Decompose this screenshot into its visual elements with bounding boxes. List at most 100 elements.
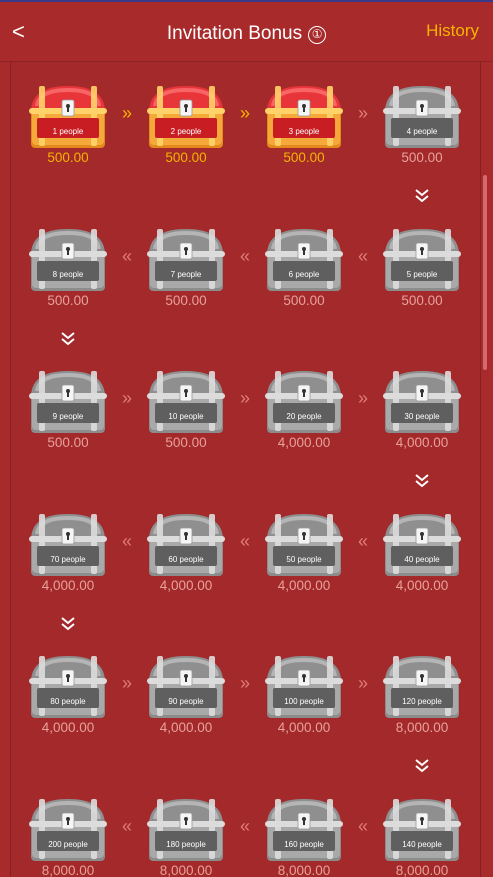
chest-locked-icon <box>147 229 225 291</box>
arrow-left-icon: « <box>239 246 250 266</box>
chest-locked-icon <box>29 656 107 718</box>
chest-amount: 8,000.00 <box>395 863 449 877</box>
arrow-right-icon: » <box>357 673 368 693</box>
chest-people-label: 90 people <box>168 697 204 706</box>
arrow-left-icon: « <box>357 816 368 836</box>
chest-locked-icon <box>383 799 461 861</box>
chest-amount: 8,000.00 <box>277 863 331 877</box>
chest-open-icon <box>29 86 107 148</box>
chest-grid <box>10 62 481 877</box>
chest-people-label: 7 people <box>170 270 202 279</box>
chest-locked-icon <box>265 514 343 576</box>
info-icon[interactable]: ① <box>308 26 327 44</box>
chest-locked-icon <box>147 799 225 861</box>
chest-amount: 500.00 <box>401 150 443 165</box>
chest-people-label: 10 people <box>168 412 204 421</box>
chest-people-label: 100 people <box>284 697 324 706</box>
chevron-double-down-icon <box>61 617 75 631</box>
chest-amount: 500.00 <box>47 293 89 308</box>
arrow-right-icon: » <box>357 103 368 123</box>
chevron-double-down-icon <box>415 189 429 203</box>
chest-people-label: 9 people <box>52 412 84 421</box>
chest-people-label: 40 people <box>404 555 440 564</box>
arrow-right-icon: » <box>239 388 250 408</box>
scrollbar[interactable] <box>483 175 487 370</box>
chest-people-label: 4 people <box>406 127 438 136</box>
chest-people-label: 120 people <box>402 697 442 706</box>
chest-people-label: 1 people <box>52 127 84 136</box>
chest-people-label: 60 people <box>168 555 204 564</box>
chest-people-label: 160 people <box>284 840 324 849</box>
chest-amount: 4,000.00 <box>277 578 331 593</box>
chest-people-label: 30 people <box>404 412 440 421</box>
chest-locked-icon <box>29 799 107 861</box>
chest-people-label: 5 people <box>406 270 438 279</box>
arrow-left-icon: « <box>121 246 132 266</box>
chest-locked-icon <box>147 371 225 433</box>
chest-locked-icon <box>383 229 461 291</box>
arrow-right-icon: » <box>121 388 132 408</box>
arrow-left-icon: « <box>239 816 250 836</box>
chest-amount: 8,000.00 <box>395 720 449 735</box>
chevron-double-down-icon <box>61 332 75 346</box>
chest-people-label: 80 people <box>50 697 86 706</box>
chest-locked-icon <box>29 514 107 576</box>
history-link[interactable]: History <box>426 21 479 41</box>
chest-locked-icon <box>265 371 343 433</box>
chest-amount: 4,000.00 <box>159 720 213 735</box>
arrow-left-icon: « <box>121 816 132 836</box>
chest-locked-icon <box>265 656 343 718</box>
chest-people-label: 3 people <box>288 127 320 136</box>
chest-people-label: 20 people <box>286 412 322 421</box>
page-title: Invitation Bonus ① <box>0 22 493 46</box>
chest-amount: 500.00 <box>283 150 325 165</box>
arrow-left-icon: « <box>239 531 250 551</box>
chest-people-label: 8 people <box>52 270 84 279</box>
chest-amount: 4,000.00 <box>395 435 449 450</box>
arrow-right-icon: » <box>239 673 250 693</box>
chest-amount: 4,000.00 <box>41 578 95 593</box>
chest-locked-icon <box>265 229 343 291</box>
page-title-text: Invitation Bonus <box>166 23 303 44</box>
chest-people-label: 50 people <box>286 555 322 564</box>
chevron-double-down-icon <box>415 759 429 773</box>
chest-amount: 500.00 <box>165 150 207 165</box>
arrow-right-icon: » <box>121 673 132 693</box>
arrow-right-icon: » <box>239 103 250 123</box>
chest-locked-icon <box>29 371 107 433</box>
chest-people-label: 140 people <box>402 840 442 849</box>
chest-open-icon <box>147 86 225 148</box>
chest-amount: 4,000.00 <box>277 720 331 735</box>
chest-locked-icon <box>383 656 461 718</box>
chest-locked-icon <box>147 656 225 718</box>
chest-amount: 8,000.00 <box>159 863 213 877</box>
chest-people-label: 200 people <box>48 840 88 849</box>
chest-people-label: 70 people <box>50 555 86 564</box>
chest-amount: 4,000.00 <box>159 578 213 593</box>
arrow-left-icon: « <box>357 531 368 551</box>
chest-locked-icon <box>383 514 461 576</box>
chest-locked-icon <box>265 799 343 861</box>
chest-people-label: 2 people <box>170 127 202 136</box>
chest-amount: 8,000.00 <box>41 863 95 877</box>
chest-amount: 500.00 <box>165 435 207 450</box>
chest-amount: 500.00 <box>165 293 207 308</box>
chest-locked-icon <box>383 86 461 148</box>
chest-open-icon <box>265 86 343 148</box>
chest-amount: 4,000.00 <box>395 578 449 593</box>
arrow-left-icon: « <box>357 246 368 266</box>
chest-amount: 500.00 <box>283 293 325 308</box>
arrow-left-icon: « <box>121 531 132 551</box>
chest-people-label: 180 people <box>166 840 206 849</box>
chevron-double-down-icon <box>415 474 429 488</box>
chest-amount: 4,000.00 <box>277 435 331 450</box>
chest-amount: 500.00 <box>401 293 443 308</box>
chest-locked-icon <box>147 514 225 576</box>
chest-amount: 500.00 <box>47 150 89 165</box>
chest-amount: 500.00 <box>47 435 89 450</box>
arrow-right-icon: » <box>357 388 368 408</box>
chest-amount: 4,000.00 <box>41 720 95 735</box>
chest-locked-icon <box>29 229 107 291</box>
chest-people-label: 6 people <box>288 270 320 279</box>
header: < Invitation Bonus ① History <box>0 0 493 62</box>
